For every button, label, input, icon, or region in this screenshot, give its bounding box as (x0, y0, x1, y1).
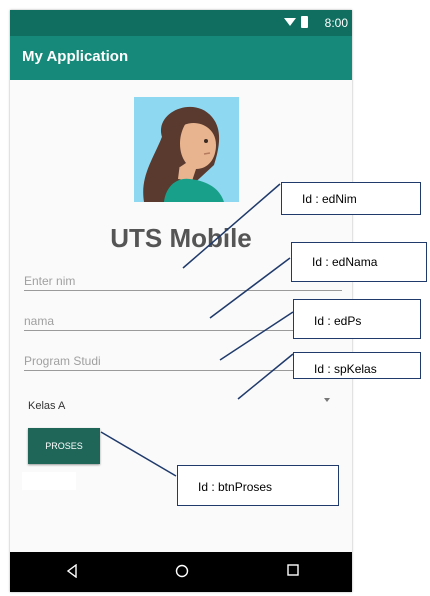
connector-ednim (182, 183, 281, 269)
callout-ednama: Id : edNama (291, 242, 427, 282)
callout-btnproses-label: Id : btnProses (198, 480, 273, 494)
callout-spkelas: Id : spKelas (293, 352, 421, 379)
callout-ednim-label: Id : edNim (302, 192, 357, 206)
connector-edps (219, 311, 294, 361)
callout-connectors (100, 183, 294, 477)
connector-ednama (209, 257, 291, 319)
callout-ednim: Id : edNim (281, 182, 421, 215)
connector-spkelas (237, 353, 294, 400)
callout-spkelas-label: Id : spKelas (314, 362, 377, 376)
callout-edps: Id : edPs (293, 299, 421, 339)
connector-btnproses (100, 431, 177, 477)
callout-ednama-label: Id : edNama (312, 255, 378, 269)
callout-btnproses: Id : btnProses (177, 465, 339, 506)
callout-edps-label: Id : edPs (314, 314, 362, 328)
